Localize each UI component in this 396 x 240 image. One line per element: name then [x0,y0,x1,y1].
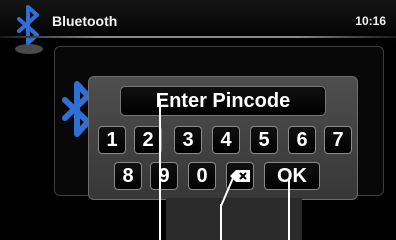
key-7[interactable]: 7 [324,126,352,154]
key-0[interactable]: 0 [188,162,216,190]
callout-line [288,178,290,240]
callout-line [220,204,222,240]
key-5[interactable]: 5 [250,126,278,154]
key-1[interactable]: 1 [98,126,126,154]
key-3[interactable]: 3 [174,126,202,154]
key-2[interactable]: 2 [134,126,162,154]
ok-button[interactable]: OK [264,162,320,190]
key-6[interactable]: 6 [288,126,316,154]
key-4[interactable]: 4 [212,126,240,154]
header-bar: Bluetooth 10:16 [0,0,396,54]
pincode-input[interactable]: Enter Pincode [120,86,326,116]
bluetooth-icon [15,5,43,54]
header-divider [0,36,396,38]
callout-line [159,100,161,240]
key-8[interactable]: 8 [114,162,142,190]
key-9[interactable]: 9 [150,162,178,190]
callout-line [220,177,234,206]
page-title: Bluetooth [52,13,118,29]
clock: 10:16 [355,14,386,28]
